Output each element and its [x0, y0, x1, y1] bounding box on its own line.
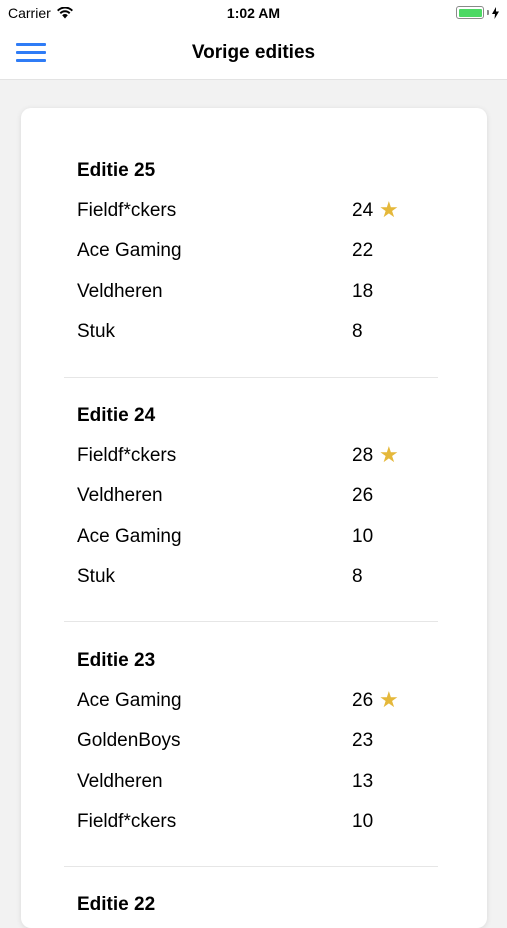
status-bar: Carrier 1:02 AM: [0, 0, 507, 28]
edition-title: Editie 24: [77, 405, 156, 426]
team-name: Veldheren: [77, 281, 163, 302]
team-name: Veldheren: [77, 485, 163, 506]
team-name: Fieldf*ckers: [77, 811, 177, 832]
team-name: Stuk: [77, 321, 116, 342]
team-name: Stuk: [77, 566, 116, 587]
team-name: Fieldf*ckers: [77, 445, 177, 466]
team-score: 10: [352, 526, 374, 547]
editions-card: Editie 25 Fieldf*ckers 24 ★ Ace Gaming 2…: [21, 108, 487, 928]
edition-title: Editie 23: [77, 650, 156, 671]
result-row: Stuk 8: [77, 566, 437, 590]
result-row: Veldheren 18: [77, 281, 437, 305]
result-row: Ace Gaming 26 ★: [77, 687, 437, 714]
team-score: 10: [352, 811, 374, 832]
result-row: Fieldf*ckers 28 ★: [77, 442, 437, 469]
result-row: Fieldf*ckers 10: [77, 811, 437, 835]
team-name: Ace Gaming: [77, 690, 182, 711]
team-score: 18: [352, 281, 374, 302]
result-row: Ace Gaming 10: [77, 526, 437, 550]
team-score: 26: [352, 690, 374, 711]
page-title: Vorige edities: [191, 42, 316, 63]
team-score: 8: [352, 566, 363, 587]
team-score: 26: [352, 485, 374, 506]
navigation-bar: Vorige edities: [0, 28, 507, 80]
winner-star-icon: ★: [379, 197, 399, 222]
winner-star-icon: ★: [379, 687, 399, 712]
team-name: Ace Gaming: [77, 526, 182, 547]
battery-icon: [456, 6, 484, 19]
section-divider: [64, 866, 438, 867]
team-score: 28: [352, 445, 374, 466]
result-row: Stuk 8: [77, 321, 437, 345]
team-score: 22: [352, 240, 374, 261]
status-time: 1:02 AM: [226, 5, 281, 21]
team-name: GoldenBoys: [77, 730, 181, 751]
team-name: Veldheren: [77, 771, 163, 792]
team-score: 23: [352, 730, 374, 751]
result-row: Ace Gaming 22: [77, 240, 437, 264]
team-score: 24: [352, 200, 374, 221]
team-name: Ace Gaming: [77, 240, 182, 261]
result-row: GoldenBoys 23: [77, 730, 437, 754]
section-divider: [64, 377, 438, 378]
result-row: Fieldf*ckers 24 ★: [77, 197, 437, 224]
team-score: 8: [352, 321, 363, 342]
charging-bolt-icon: [492, 6, 499, 19]
edition-title: Editie 25: [77, 160, 156, 181]
winner-star-icon: ★: [379, 442, 399, 467]
team-score: 13: [352, 771, 374, 792]
result-row: Veldheren 13: [77, 771, 437, 795]
section-divider: [64, 621, 438, 622]
result-row: Veldheren 26: [77, 485, 437, 509]
edition-title: Editie 22: [77, 894, 156, 915]
battery-indicator: [456, 6, 499, 19]
team-name: Fieldf*ckers: [77, 200, 177, 221]
